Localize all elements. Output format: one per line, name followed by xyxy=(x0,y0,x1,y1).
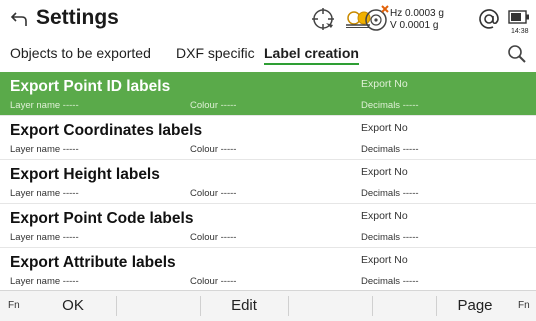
row-title: Export Coordinates labels xyxy=(10,122,203,139)
colour-field: Colour ----- xyxy=(190,188,237,199)
edit-button[interactable]: Edit xyxy=(204,291,284,321)
softkey-bar: Fn OK Edit Page Fn xyxy=(0,290,536,321)
decimals-field: Decimals ----- xyxy=(361,188,419,199)
hz-v-readout: Hz 0.0003 g V 0.0001 g xyxy=(390,8,444,32)
colour-field: Colour ----- xyxy=(190,144,237,155)
list-item-point-id[interactable]: Export Point ID labels Layer name ----- … xyxy=(0,72,536,116)
row-title: Export Point ID labels xyxy=(10,78,171,95)
export-field: Export No xyxy=(361,122,408,134)
decimals-field: Decimals ----- xyxy=(361,276,419,287)
hz-value: Hz 0.0003 g xyxy=(390,8,444,19)
decimals-field: Decimals ----- xyxy=(361,232,419,243)
list-item-height[interactable]: Export Height labels Layer name ----- Co… xyxy=(0,160,536,204)
fn-key-right[interactable]: Fn xyxy=(518,300,530,311)
layer-name-field: Layer name ----- xyxy=(10,100,79,111)
tab-bar: Objects to be exported DXF specific Labe… xyxy=(0,40,536,66)
target-crosshair-icon[interactable] xyxy=(310,6,336,32)
v-value: V 0.0001 g xyxy=(390,20,439,31)
layer-name-field: Layer name ----- xyxy=(10,188,79,199)
divider xyxy=(372,296,373,316)
fn-key-left[interactable]: Fn xyxy=(8,300,20,311)
list-item-attribute[interactable]: Export Attribute labels Layer name -----… xyxy=(0,248,536,292)
status-icons: Hz 0.0003 g V 0.0001 g 14:38 xyxy=(0,4,536,40)
at-sign-icon[interactable] xyxy=(478,8,500,30)
title-bar: Settings Hz 0.0003 g V 0.0001 g 14:38 xyxy=(0,0,536,40)
search-icon[interactable] xyxy=(507,44,527,64)
colour-field: Colour ----- xyxy=(190,232,237,243)
layer-name-field: Layer name ----- xyxy=(10,144,79,155)
decimals-field: Decimals ----- xyxy=(361,144,419,155)
row-title: Export Attribute labels xyxy=(10,254,176,271)
clock: 14:38 xyxy=(511,28,529,35)
tab-objects-to-be-exported[interactable]: Objects to be exported xyxy=(10,45,151,61)
tab-dxf-specific[interactable]: DXF specific xyxy=(176,45,255,61)
decimals-field: Decimals ----- xyxy=(361,100,419,111)
divider xyxy=(288,296,289,316)
row-title: Export Height labels xyxy=(10,166,160,183)
layer-name-field: Layer name ----- xyxy=(10,232,79,243)
layer-name-field: Layer name ----- xyxy=(10,276,79,287)
colour-field: Colour ----- xyxy=(190,100,237,111)
export-field: Export No xyxy=(361,210,408,222)
battery-icon[interactable] xyxy=(508,10,530,24)
colour-field: Colour ----- xyxy=(190,276,237,287)
label-settings-list: Export Point ID labels Layer name ----- … xyxy=(0,72,536,292)
page-button[interactable]: Page xyxy=(440,291,510,321)
export-field: Export No xyxy=(361,166,408,178)
export-field: Export No xyxy=(361,254,408,266)
divider xyxy=(116,296,117,316)
ok-button[interactable]: OK xyxy=(34,291,112,321)
list-item-point-code[interactable]: Export Point Code labels Layer name ----… xyxy=(0,204,536,248)
divider xyxy=(436,296,437,316)
divider xyxy=(200,296,201,316)
compensator-icon[interactable] xyxy=(362,4,392,34)
row-title: Export Point Code labels xyxy=(10,210,194,227)
tab-label-creation[interactable]: Label creation xyxy=(264,45,359,65)
list-item-coordinates[interactable]: Export Coordinates labels Layer name ---… xyxy=(0,116,536,160)
export-field: Export No xyxy=(361,78,408,90)
